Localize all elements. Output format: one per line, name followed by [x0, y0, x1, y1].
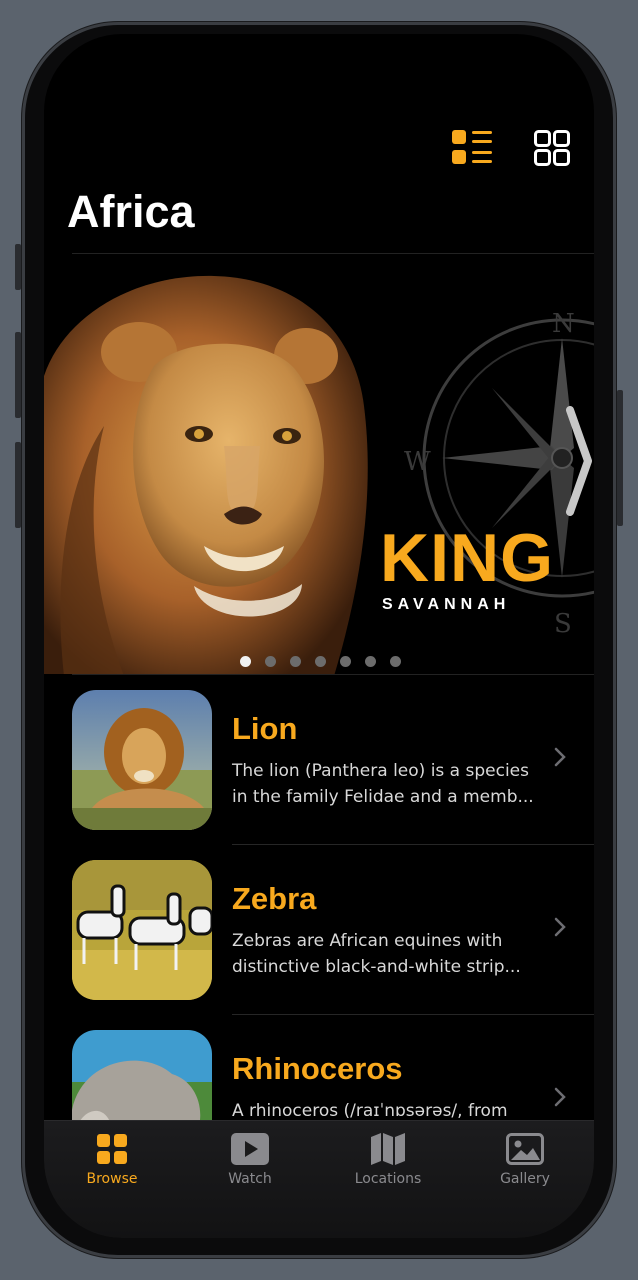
photo-icon — [506, 1133, 544, 1165]
title-divider — [72, 253, 594, 254]
tab-locations[interactable]: Locations — [333, 1133, 443, 1187]
page-title: Africa — [67, 186, 195, 237]
play-icon — [231, 1133, 269, 1165]
ring-switch — [15, 244, 21, 290]
featured-carousel[interactable]: N W S KING SAVANNAH — [44, 256, 594, 674]
page-dot[interactable] — [315, 656, 326, 667]
tab-browse[interactable]: Browse — [57, 1133, 167, 1187]
list-item[interactable]: Lion The lion (Panthera leo) is a specie… — [44, 675, 594, 845]
view-toggle — [452, 130, 570, 166]
volume-down-button — [15, 442, 21, 528]
app-screen: Africa N W S KING SAVANNAH Lion The lion… — [44, 34, 594, 1238]
chevron-right-icon[interactable] — [564, 406, 594, 516]
hero-subheadline: SAVANNAH — [382, 596, 511, 613]
browse-grid-icon — [97, 1134, 127, 1164]
page-dot[interactable] — [290, 656, 301, 667]
chevron-right-icon — [554, 917, 566, 937]
page-dot[interactable] — [340, 656, 351, 667]
volume-up-button — [15, 332, 21, 418]
compass-west-label: W — [404, 447, 431, 477]
tab-gallery[interactable]: Gallery — [470, 1133, 580, 1187]
tab-watch[interactable]: Watch — [195, 1133, 305, 1187]
grid-view-icon[interactable] — [534, 130, 570, 166]
tab-label: Watch — [228, 1171, 272, 1187]
power-button — [617, 390, 623, 526]
chevron-right-icon — [554, 747, 566, 767]
compass-north-label: N — [552, 309, 575, 339]
list-view-icon[interactable] — [452, 130, 492, 166]
list-item[interactable]: Zebra Zebras are African equines with di… — [44, 845, 594, 1015]
tab-label: Browse — [86, 1171, 138, 1187]
page-indicator[interactable] — [240, 656, 401, 667]
lion-thumbnail — [72, 690, 212, 830]
page-dot[interactable] — [390, 656, 401, 667]
animal-name: Zebra — [232, 881, 317, 916]
chevron-right-icon — [554, 1087, 566, 1107]
tab-bar: Browse Watch Locations Gallery — [44, 1120, 594, 1238]
animal-description: The lion (Panthera leo) is a species in … — [232, 761, 534, 807]
zebra-thumbnail — [72, 860, 212, 1000]
page-dot[interactable] — [265, 656, 276, 667]
map-icon — [371, 1133, 405, 1165]
hero-headline: KING — [380, 520, 554, 596]
page-dot[interactable] — [365, 656, 376, 667]
compass-south-label: S — [554, 609, 572, 639]
tab-label: Gallery — [500, 1171, 550, 1187]
animal-description: Zebras are African equines with distinct… — [232, 931, 521, 977]
animal-name: Rhinoceros — [232, 1051, 403, 1086]
tab-label: Locations — [354, 1171, 422, 1187]
animal-name: Lion — [232, 711, 298, 746]
page-dot[interactable] — [240, 656, 251, 667]
